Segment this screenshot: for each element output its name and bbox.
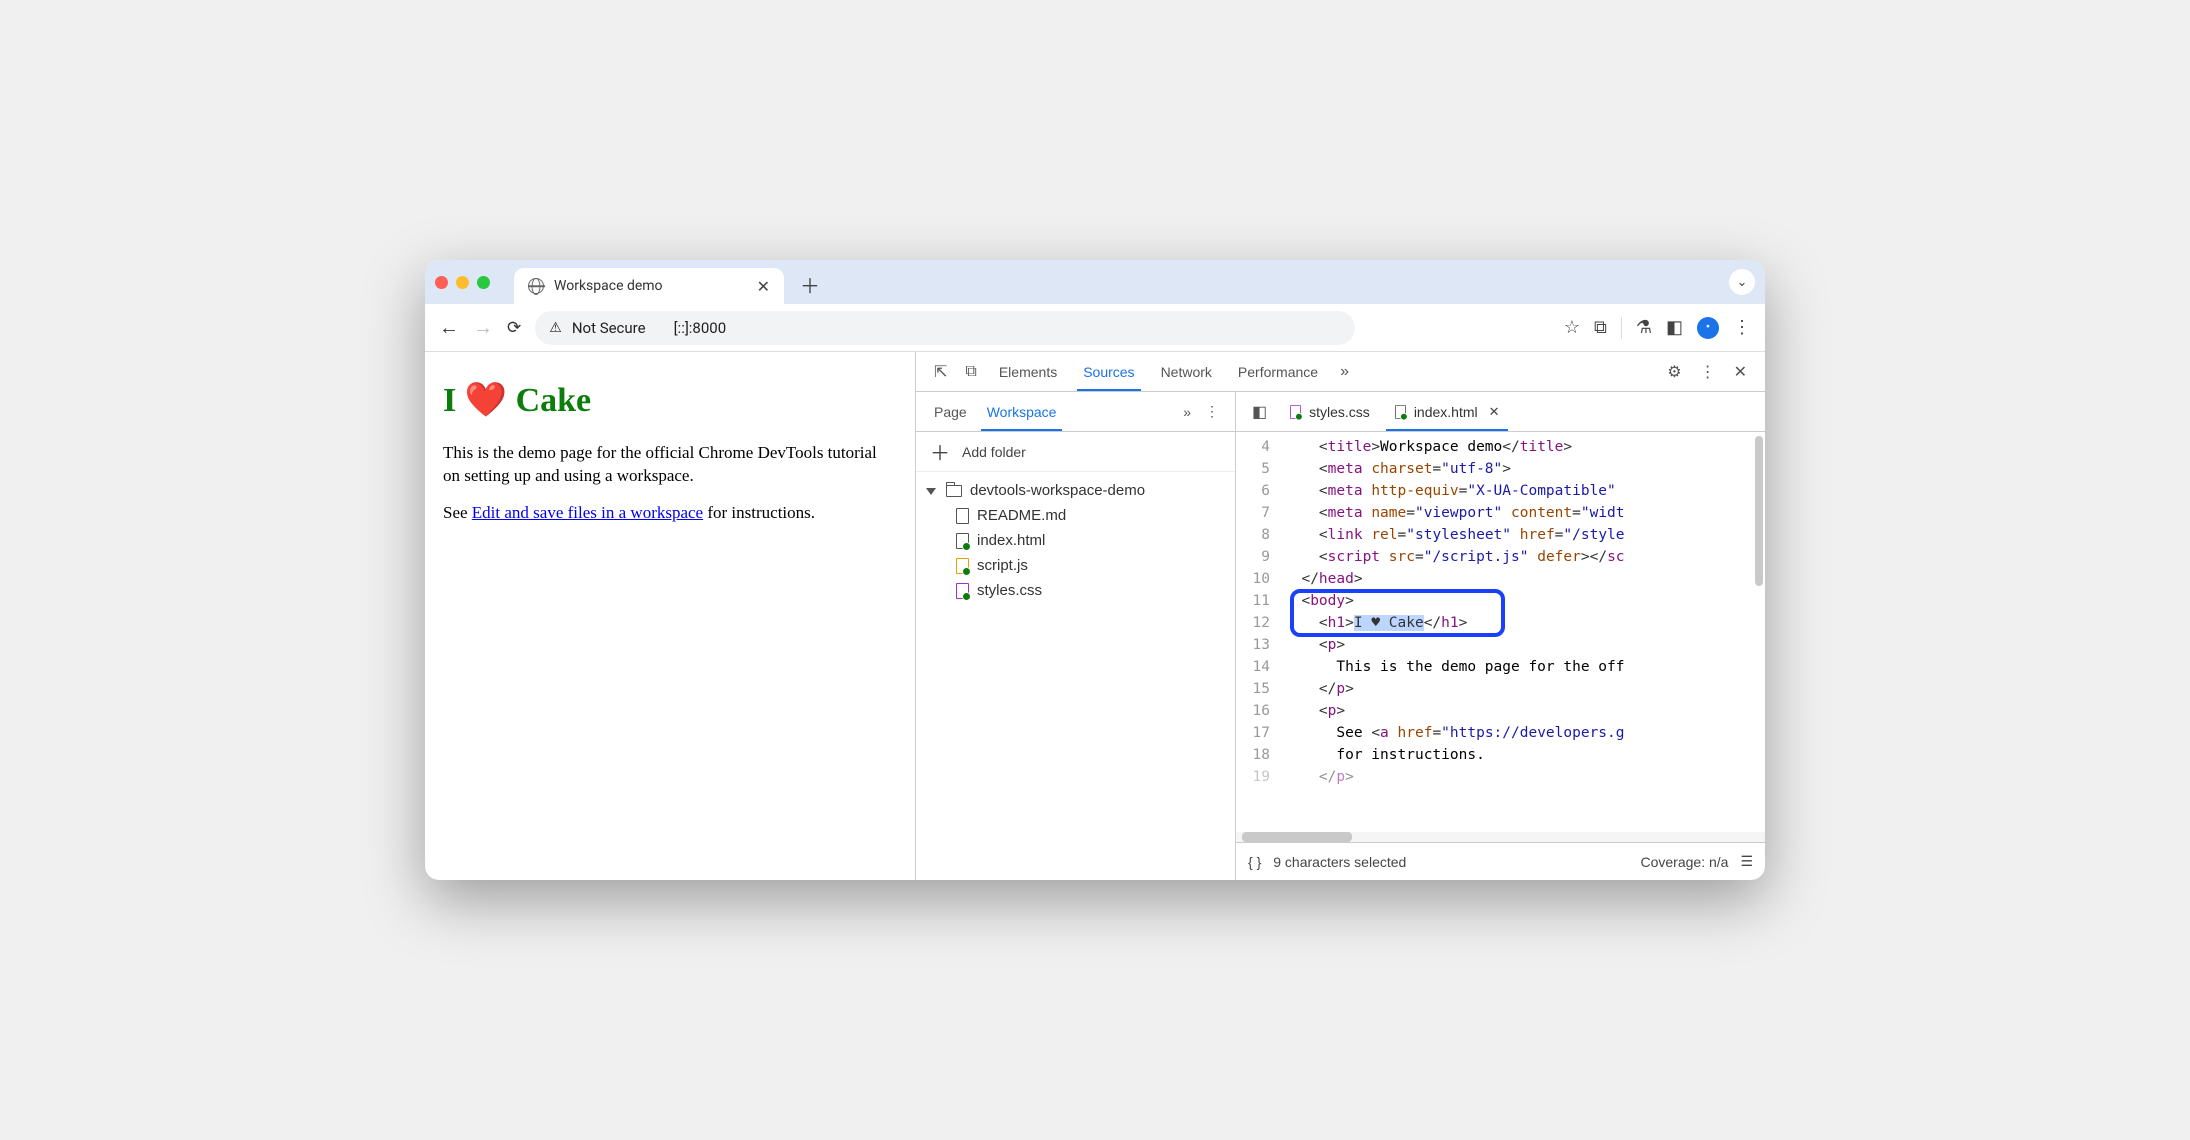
file-row-styles[interactable]: styles.css bbox=[916, 578, 1235, 603]
warning-icon: ⚠ bbox=[549, 320, 562, 336]
file-icon bbox=[956, 558, 969, 574]
inspect-icon[interactable]: ⇱ bbox=[926, 352, 955, 391]
add-folder-label: Add folder bbox=[962, 444, 1026, 460]
triangle-down-icon bbox=[926, 488, 936, 495]
more-tabs-icon[interactable]: » bbox=[1332, 352, 1357, 391]
format-icon[interactable]: { } bbox=[1248, 854, 1261, 870]
page-paragraph-2: See Edit and save files in a workspace f… bbox=[443, 502, 897, 525]
devtools-body: Page Workspace » ⋮ ＋ Add folder bbox=[916, 392, 1765, 880]
file-icon bbox=[956, 533, 969, 549]
selection-status: 9 characters selected bbox=[1273, 854, 1406, 870]
folder-icon bbox=[946, 485, 962, 497]
security-label: Not Secure bbox=[572, 319, 646, 337]
profile-avatar[interactable]: • bbox=[1697, 317, 1719, 339]
navigator-menu-icon[interactable]: ⋮ bbox=[1205, 403, 1219, 420]
extensions-icon[interactable]: ⧉ bbox=[1594, 317, 1607, 338]
page-heading: I ❤️ Cake bbox=[443, 380, 897, 420]
omnibox[interactable]: ⚠ Not Secure [::]:8000 bbox=[535, 311, 1355, 345]
sources-navigator: Page Workspace » ⋮ ＋ Add folder bbox=[916, 392, 1236, 880]
code-area[interactable]: 4 <title>Workspace demo</title> 5 <meta … bbox=[1236, 432, 1765, 832]
browser-toolbar: ← → ⟳ ⚠ Not Secure [::]:8000 ☆ ⧉ ⚗ ◧ • ⋮ bbox=[425, 304, 1765, 352]
device-toggle-icon[interactable]: ⧉ bbox=[957, 352, 984, 391]
tab-performance[interactable]: Performance bbox=[1226, 352, 1330, 391]
settings-icon[interactable]: ⚙ bbox=[1659, 352, 1689, 391]
tabs-dropdown-button[interactable]: ⌄ bbox=[1729, 269, 1755, 295]
editor-status-bar: { } 9 characters selected Coverage: n/a … bbox=[1236, 842, 1765, 880]
folder-row[interactable]: devtools-workspace-demo bbox=[916, 478, 1235, 503]
globe-icon bbox=[528, 278, 544, 294]
rendered-page: I ❤️ Cake This is the demo page for the … bbox=[425, 352, 915, 880]
editor-tab-styles[interactable]: styles.css bbox=[1279, 392, 1380, 431]
traffic-lights bbox=[435, 276, 490, 289]
tab-sources[interactable]: Sources bbox=[1071, 352, 1146, 391]
close-window-button[interactable] bbox=[435, 276, 448, 289]
editor-tabs: ◧ styles.css index.html ✕ bbox=[1236, 392, 1765, 432]
close-devtools-icon[interactable]: ✕ bbox=[1726, 352, 1755, 391]
navigator-tab-workspace[interactable]: Workspace bbox=[977, 392, 1067, 431]
bookmark-icon[interactable]: ☆ bbox=[1564, 317, 1580, 338]
workspace-tutorial-link[interactable]: Edit and save files in a workspace bbox=[472, 503, 703, 522]
file-row-script[interactable]: script.js bbox=[916, 553, 1235, 578]
labs-icon[interactable]: ⚗ bbox=[1636, 317, 1652, 338]
add-folder-button[interactable]: ＋ Add folder bbox=[916, 432, 1235, 472]
file-tree: devtools-workspace-demo README.md index.… bbox=[916, 472, 1235, 609]
vertical-scrollbar[interactable] bbox=[1755, 436, 1763, 586]
navigator-tabs: Page Workspace » ⋮ bbox=[916, 392, 1235, 432]
minimize-window-button[interactable] bbox=[456, 276, 469, 289]
back-button[interactable]: ← bbox=[439, 315, 459, 340]
plus-icon: ＋ bbox=[930, 437, 950, 466]
file-icon bbox=[1395, 405, 1406, 419]
side-panel-icon[interactable]: ◧ bbox=[1666, 317, 1683, 338]
file-icon bbox=[956, 508, 969, 524]
close-tab-icon[interactable]: ✕ bbox=[757, 277, 770, 296]
navigator-overflow-icon[interactable]: » bbox=[1183, 404, 1191, 420]
divider bbox=[1621, 317, 1622, 339]
tab-elements[interactable]: Elements bbox=[987, 352, 1069, 391]
tab-strip: Workspace demo ✕ ＋ ⌄ bbox=[425, 260, 1765, 304]
devtools-menu-icon[interactable]: ⋮ bbox=[1692, 352, 1724, 391]
horizontal-scrollbar[interactable] bbox=[1236, 832, 1765, 842]
url-text: [::]:8000 bbox=[674, 319, 727, 337]
browser-menu-icon[interactable]: ⋮ bbox=[1733, 317, 1751, 338]
content-area: I ❤️ Cake This is the demo page for the … bbox=[425, 352, 1765, 880]
file-row-readme[interactable]: README.md bbox=[916, 503, 1235, 528]
coverage-status: Coverage: n/a bbox=[1640, 854, 1728, 870]
source-editor: ◧ styles.css index.html ✕ bbox=[1236, 392, 1765, 880]
devtools-panel: ⇱ ⧉ Elements Sources Network Performance… bbox=[915, 352, 1765, 880]
close-editor-tab-icon[interactable]: ✕ bbox=[1489, 404, 1500, 420]
toggle-navigator-icon[interactable]: ◧ bbox=[1244, 402, 1275, 422]
page-paragraph-1: This is the demo page for the official C… bbox=[443, 442, 897, 488]
file-icon bbox=[1290, 405, 1301, 419]
new-tab-button[interactable]: ＋ bbox=[800, 270, 820, 299]
coverage-toggle-icon[interactable]: ☰ bbox=[1740, 853, 1753, 870]
forward-button[interactable]: → bbox=[473, 315, 493, 340]
file-icon bbox=[956, 583, 969, 599]
reload-button[interactable]: ⟳ bbox=[507, 318, 521, 338]
file-row-index[interactable]: index.html bbox=[916, 528, 1235, 553]
tab-network[interactable]: Network bbox=[1149, 352, 1224, 391]
tab-title: Workspace demo bbox=[554, 278, 663, 294]
folder-name: devtools-workspace-demo bbox=[970, 482, 1145, 499]
navigator-tab-page[interactable]: Page bbox=[924, 392, 977, 431]
devtools-tabs: ⇱ ⧉ Elements Sources Network Performance… bbox=[916, 352, 1765, 392]
browser-tab[interactable]: Workspace demo ✕ bbox=[514, 268, 784, 304]
browser-window: Workspace demo ✕ ＋ ⌄ ← → ⟳ ⚠ Not Secure … bbox=[425, 260, 1765, 880]
editor-tab-index[interactable]: index.html ✕ bbox=[1384, 392, 1510, 431]
maximize-window-button[interactable] bbox=[477, 276, 490, 289]
